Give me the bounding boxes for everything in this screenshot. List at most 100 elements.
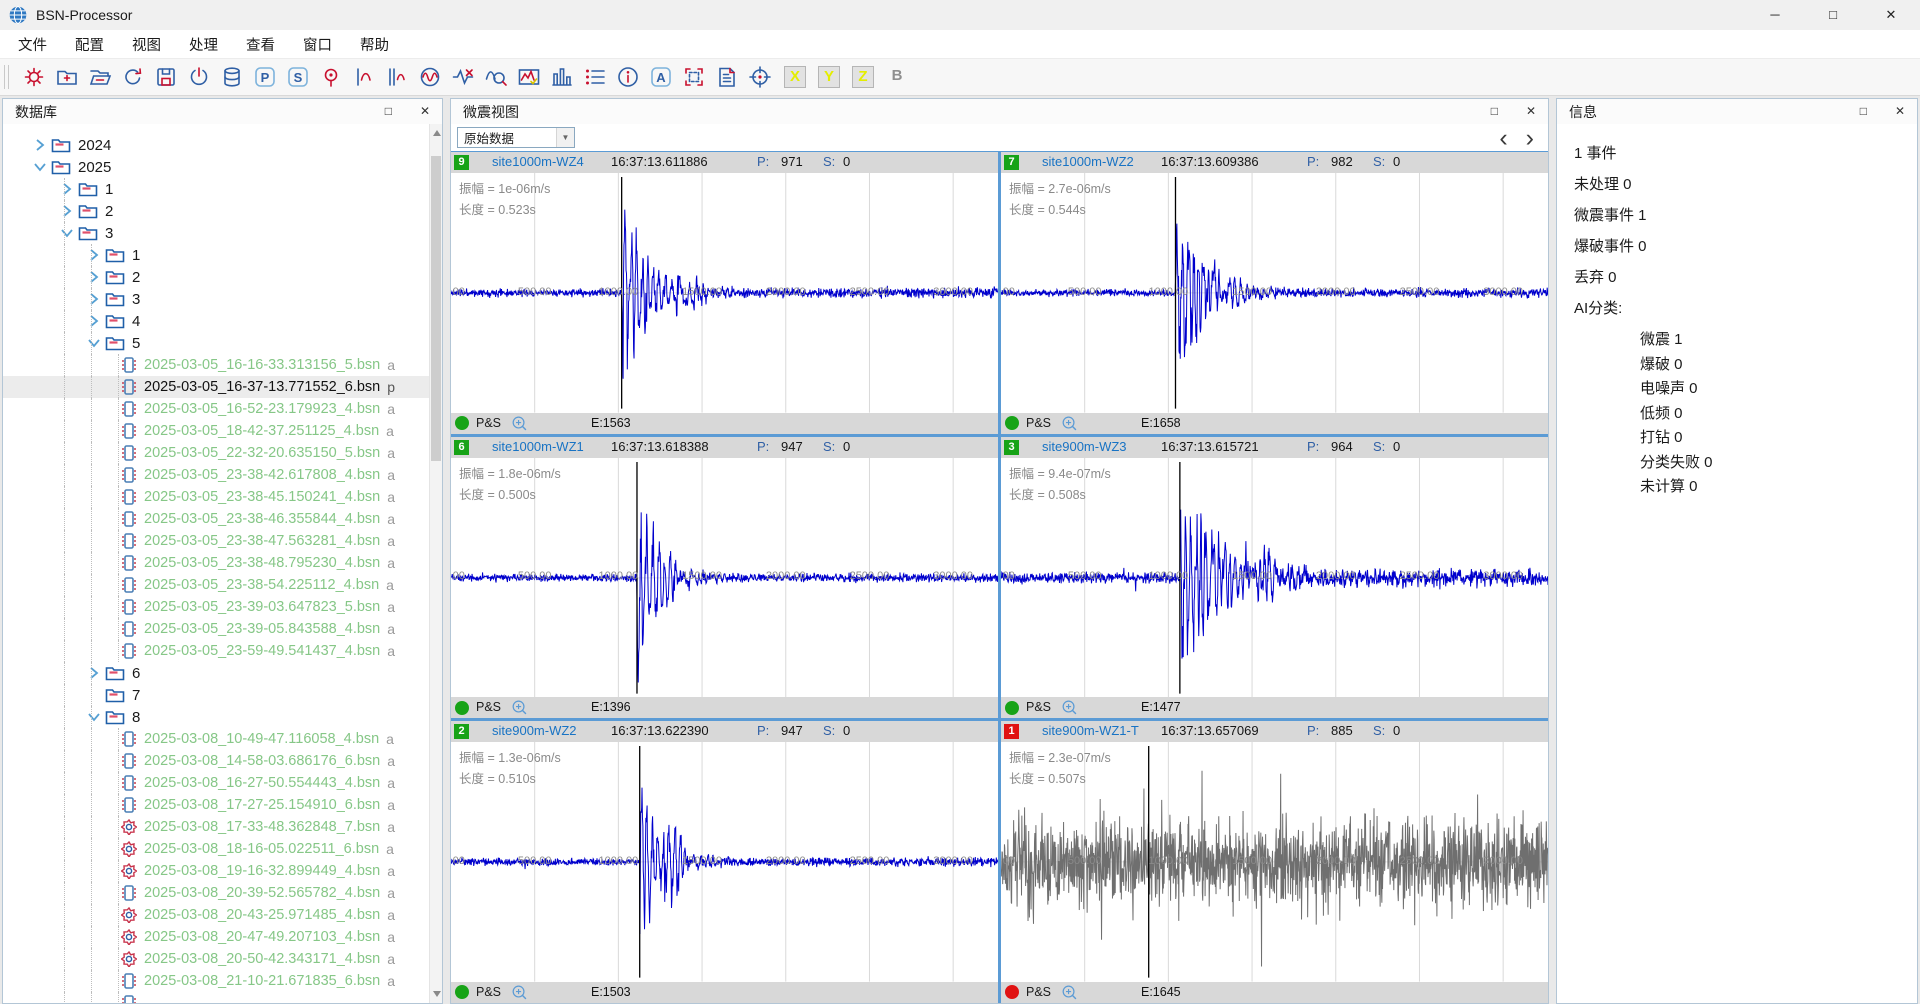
histogram-icon[interactable] xyxy=(550,65,574,89)
tree-file-2025-03-08_10-49-47.116058_4.bsn[interactable]: 2025-03-08_10-49-47.116058_4.bsna xyxy=(3,728,442,750)
select-region-icon[interactable] xyxy=(682,65,706,89)
tree-file-2025-03-08_17-33-48.362848_7.bsn[interactable]: 2025-03-08_17-33-48.362848_7.bsna xyxy=(3,816,442,838)
collapse-icon[interactable] xyxy=(32,160,48,174)
tree-folder-2[interactable]: 2 xyxy=(3,200,442,222)
toolbar-drag-handle[interactable] xyxy=(4,65,9,89)
open-folder-icon[interactable] xyxy=(88,65,112,89)
data-source-select[interactable]: 原始数据 ▼ xyxy=(457,127,575,148)
component-toggle-b[interactable]: B xyxy=(886,66,908,88)
menu-item-处理[interactable]: 处理 xyxy=(175,30,232,59)
zoom-in-icon[interactable] xyxy=(1061,984,1078,1001)
minimize-button[interactable]: ─ xyxy=(1746,0,1804,30)
tree-file-2025-03-05_16-52-23.179923_4.bsn[interactable]: 2025-03-05_16-52-23.179923_4.bsna xyxy=(3,398,442,420)
zoom-in-icon[interactable] xyxy=(511,415,528,432)
waveform-plot[interactable]: 00500.001000.001500.002000.002500.003000… xyxy=(1001,458,1548,698)
tree-folder-3[interactable]: 3 xyxy=(3,222,442,244)
close-icon[interactable]: ✕ xyxy=(1526,99,1536,124)
wave-zoom-icon[interactable] xyxy=(484,65,508,89)
tree-scrollbar-thumb[interactable] xyxy=(431,156,441,461)
zoom-in-icon[interactable] xyxy=(511,699,528,716)
close-icon[interactable]: ✕ xyxy=(420,99,430,124)
tree-folder-1[interactable]: 1 xyxy=(3,244,442,266)
tree-file-2025-03-05_23-38-46.355844_4.bsn[interactable]: 2025-03-05_23-38-46.355844_4.bsna xyxy=(3,508,442,530)
expand-icon[interactable] xyxy=(86,248,102,262)
tree-folder-2024[interactable]: 2024 xyxy=(3,134,442,156)
zoom-in-icon[interactable] xyxy=(1061,415,1078,432)
add-folder-icon[interactable] xyxy=(55,65,79,89)
menu-item-视图[interactable]: 视图 xyxy=(118,30,175,59)
locate-icon[interactable] xyxy=(319,65,343,89)
tree-file-2025-03-05_22-32-20.635150_5.bsn[interactable]: 2025-03-05_22-32-20.635150_5.bsna xyxy=(3,442,442,464)
text-annotate-icon[interactable]: A xyxy=(649,65,673,89)
tree-file-2025-03-05_23-39-05.843588_4.bsn[interactable]: 2025-03-05_23-39-05.843588_4.bsna xyxy=(3,618,442,640)
chevron-down-icon[interactable]: ▼ xyxy=(556,128,574,147)
menu-item-窗口[interactable]: 窗口 xyxy=(289,30,346,59)
crosshair-icon[interactable] xyxy=(748,65,772,89)
wave-filter-icon[interactable] xyxy=(517,65,541,89)
close-button[interactable]: ✕ xyxy=(1862,0,1920,30)
waveform-plot[interactable]: 00500.001000.001500.002000.002500.003000… xyxy=(451,173,998,413)
expand-icon[interactable] xyxy=(59,182,75,196)
menu-item-文件[interactable]: 文件 xyxy=(4,30,61,59)
collapse-icon[interactable] xyxy=(86,336,102,350)
expand-icon[interactable] xyxy=(32,138,48,152)
info-icon[interactable] xyxy=(616,65,640,89)
component-toggle-y[interactable]: Y xyxy=(818,66,840,88)
tree-folder-7[interactable]: 7 xyxy=(3,684,442,706)
component-toggle-x[interactable]: X xyxy=(784,66,806,88)
tree-file-2025-03-08_14-58-03.686176_6.bsn[interactable]: 2025-03-08_14-58-03.686176_6.bsna xyxy=(3,750,442,772)
tree-folder-3[interactable]: 3 xyxy=(3,288,442,310)
tree-file-2025-03-08_20-47-49.207103_4.bsn[interactable]: 2025-03-08_20-47-49.207103_4.bsna xyxy=(3,926,442,948)
settings-icon[interactable] xyxy=(22,65,46,89)
expand-icon[interactable] xyxy=(59,204,75,218)
tree-file-2025-03-08_19-16-32.899449_4.bsn[interactable]: 2025-03-08_19-16-32.899449_4.bsna xyxy=(3,860,442,882)
scroll-up-icon[interactable] xyxy=(433,130,441,136)
waveform-plot[interactable]: 00500.001000.001500.002000.002500.003000… xyxy=(451,742,998,982)
menu-item-查看[interactable]: 查看 xyxy=(232,30,289,59)
tree-folder-8[interactable]: 8 xyxy=(3,706,442,728)
expand-icon[interactable] xyxy=(86,666,102,680)
maximize-button[interactable]: □ xyxy=(1804,0,1862,30)
tree-file-2025-03-05_23-38-47.563281_4.bsn[interactable]: 2025-03-05_23-38-47.563281_4.bsna xyxy=(3,530,442,552)
power-icon[interactable] xyxy=(187,65,211,89)
tree-file-2025-03-05_16-16-33.313156_5.bsn[interactable]: 2025-03-05_16-16-33.313156_5.bsna xyxy=(3,354,442,376)
float-icon[interactable]: □ xyxy=(1860,99,1867,124)
zoom-in-icon[interactable] xyxy=(1061,699,1078,716)
float-icon[interactable]: □ xyxy=(385,99,392,124)
expand-icon[interactable] xyxy=(86,292,102,306)
expand-icon[interactable] xyxy=(86,270,102,284)
tree-file-2025-03-05_23-39-03.647823_5.bsn[interactable]: 2025-03-05_23-39-03.647823_5.bsna xyxy=(3,596,442,618)
tree-folder-6[interactable]: 6 xyxy=(3,662,442,684)
database-icon[interactable] xyxy=(220,65,244,89)
component-toggle-z[interactable]: Z xyxy=(852,66,874,88)
tree-file-2025-03-05_16-37-13.771552_6.bsn[interactable]: 2025-03-05_16-37-13.771552_6.bsnp xyxy=(3,376,442,398)
tree-file-2025-03-08_20-39-52.565782_4.bsn[interactable]: 2025-03-08_20-39-52.565782_4.bsna xyxy=(3,882,442,904)
tree-file-2025-03-05_23-59-49.541437_4.bsn[interactable]: 2025-03-05_23-59-49.541437_4.bsna xyxy=(3,640,442,662)
tree-file-2025-03-05_23-38-42.617808_4.bsn[interactable]: 2025-03-05_23-38-42.617808_4.bsna xyxy=(3,464,442,486)
event-list-icon[interactable] xyxy=(583,65,607,89)
tree-file-2025-03-05_23-38-48.795230_4.bsn[interactable]: 2025-03-05_23-38-48.795230_4.bsna xyxy=(3,552,442,574)
tree-file-2025-03-08_16-27-50.554443_4.bsn[interactable]: 2025-03-08_16-27-50.554443_4.bsna xyxy=(3,772,442,794)
tree-folder-2025[interactable]: 2025 xyxy=(3,156,442,178)
pick-s-icon[interactable] xyxy=(385,65,409,89)
close-icon[interactable]: ✕ xyxy=(1895,99,1905,124)
tree-file-2025-03-08_21-10-21.671835_6.bsn[interactable]: 2025-03-08_21-10-21.671835_6.bsna xyxy=(3,970,442,992)
tree-file-2025-03-08_20-43-25.971485_4.bsn[interactable]: 2025-03-08_20-43-25.971485_4.bsna xyxy=(3,904,442,926)
collapse-icon[interactable] xyxy=(59,226,75,240)
menu-item-帮助[interactable]: 帮助 xyxy=(346,30,403,59)
tree-folder-4[interactable]: 4 xyxy=(3,310,442,332)
tree-file-2025-03-05_18-42-37.251125_4.bsn[interactable]: 2025-03-05_18-42-37.251125_4.bsna xyxy=(3,420,442,442)
report-icon[interactable] xyxy=(715,65,739,89)
menu-item-配置[interactable]: 配置 xyxy=(61,30,118,59)
waveform-plot[interactable]: 00500.001000.001500.002000.002500.003000… xyxy=(451,458,998,698)
next-event-button[interactable]: › xyxy=(1526,128,1534,148)
phase-s-icon[interactable]: S xyxy=(286,65,310,89)
tree-file-partial[interactable] xyxy=(3,992,442,1003)
float-icon[interactable]: □ xyxy=(1491,99,1498,124)
tree-file-2025-03-08_17-27-25.154910_6.bsn[interactable]: 2025-03-08_17-27-25.154910_6.bsna xyxy=(3,794,442,816)
scroll-down-icon[interactable] xyxy=(433,991,441,997)
prev-event-button[interactable]: ‹ xyxy=(1499,128,1507,148)
tree-folder-5[interactable]: 5 xyxy=(3,332,442,354)
tree-folder-1[interactable]: 1 xyxy=(3,178,442,200)
tree-folder-2[interactable]: 2 xyxy=(3,266,442,288)
